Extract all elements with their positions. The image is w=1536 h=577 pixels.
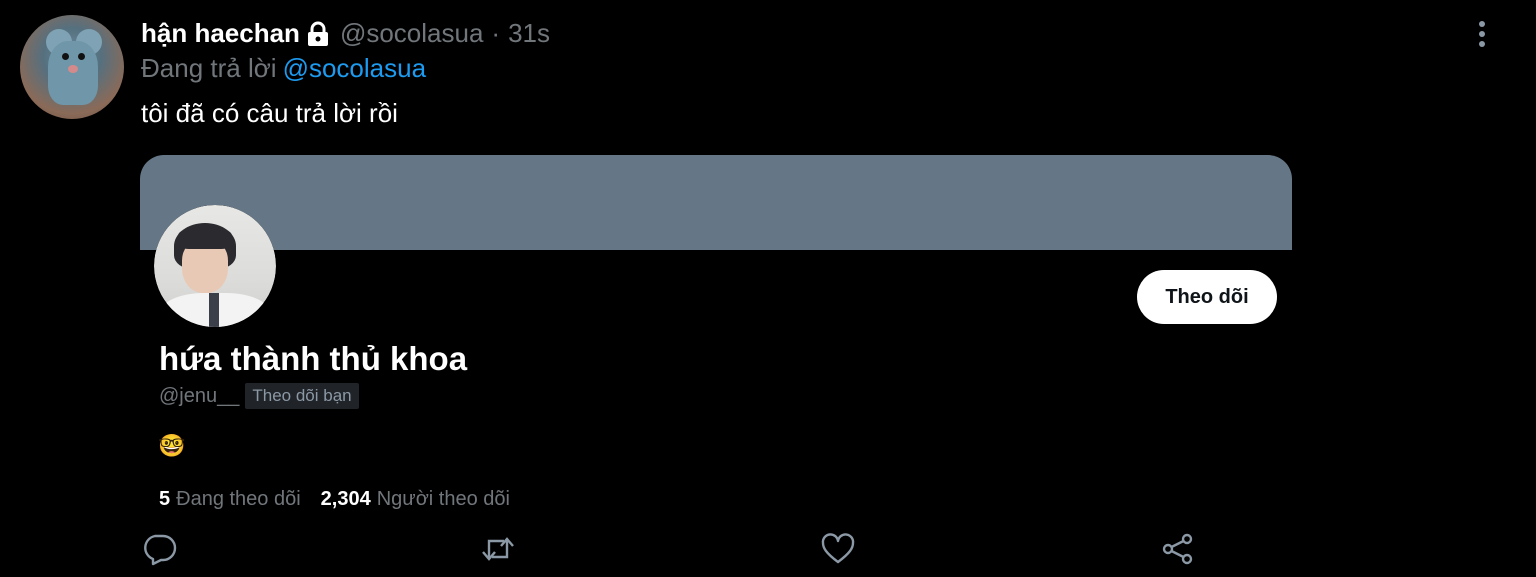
header-separator: · (491, 18, 501, 48)
profile-handle[interactable]: @jenu__ (159, 385, 239, 408)
profile-avatar-tie (209, 293, 219, 327)
follow-button[interactable]: Theo dõi (1137, 270, 1277, 324)
more-options-icon[interactable] (1470, 20, 1494, 48)
avatar-eye-left (62, 53, 69, 60)
like-icon[interactable] (820, 532, 856, 566)
tweet-text: tôi đã có câu trả lời rồi (141, 98, 398, 128)
profile-banner (140, 155, 1292, 250)
author-avatar[interactable] (20, 15, 124, 119)
profile-bio: 🤓 (158, 433, 186, 458)
retweet-icon[interactable] (480, 532, 516, 566)
avatar-eye-right (78, 53, 85, 60)
tweet-header: hận haechan @socolasua · 31s (141, 18, 550, 49)
profile-name[interactable]: hứa thành thủ khoa (159, 340, 467, 378)
avatar-face (48, 41, 98, 105)
profile-avatar-fringe (178, 227, 232, 249)
replying-to: Đang trả lời @socolasua (141, 53, 426, 84)
tweet: hận haechan @socolasua · 31s Đang trả lờ… (0, 0, 1536, 577)
following-count[interactable]: 5 (159, 488, 170, 511)
profile-avatar[interactable] (154, 205, 276, 327)
followers-label[interactable]: Người theo dõi (377, 488, 510, 511)
author-handle[interactable]: @socolasua (340, 18, 483, 49)
lock-icon (306, 21, 330, 47)
tweet-timestamp[interactable]: 31s (508, 18, 550, 49)
following-label[interactable]: Đang theo dõi (176, 488, 301, 511)
follows-you-badge: Theo dõi bạn (245, 383, 359, 409)
profile-card[interactable]: Theo dõi hứa thành thủ khoa @jenu__ Theo… (140, 155, 1292, 525)
share-icon[interactable] (1160, 532, 1196, 566)
profile-handle-row: @jenu__ Theo dõi bạn (159, 383, 359, 409)
followers-count[interactable]: 2,304 (321, 488, 371, 511)
replying-to-label: Đang trả lời (141, 53, 277, 83)
profile-stats: 5 Đang theo dõi 2,304 Người theo dõi (159, 488, 510, 511)
avatar-nose (68, 65, 78, 73)
reply-icon[interactable] (141, 532, 177, 566)
replying-to-handle[interactable]: @socolasua (283, 53, 426, 83)
author-display-name[interactable]: hận haechan (141, 18, 300, 49)
